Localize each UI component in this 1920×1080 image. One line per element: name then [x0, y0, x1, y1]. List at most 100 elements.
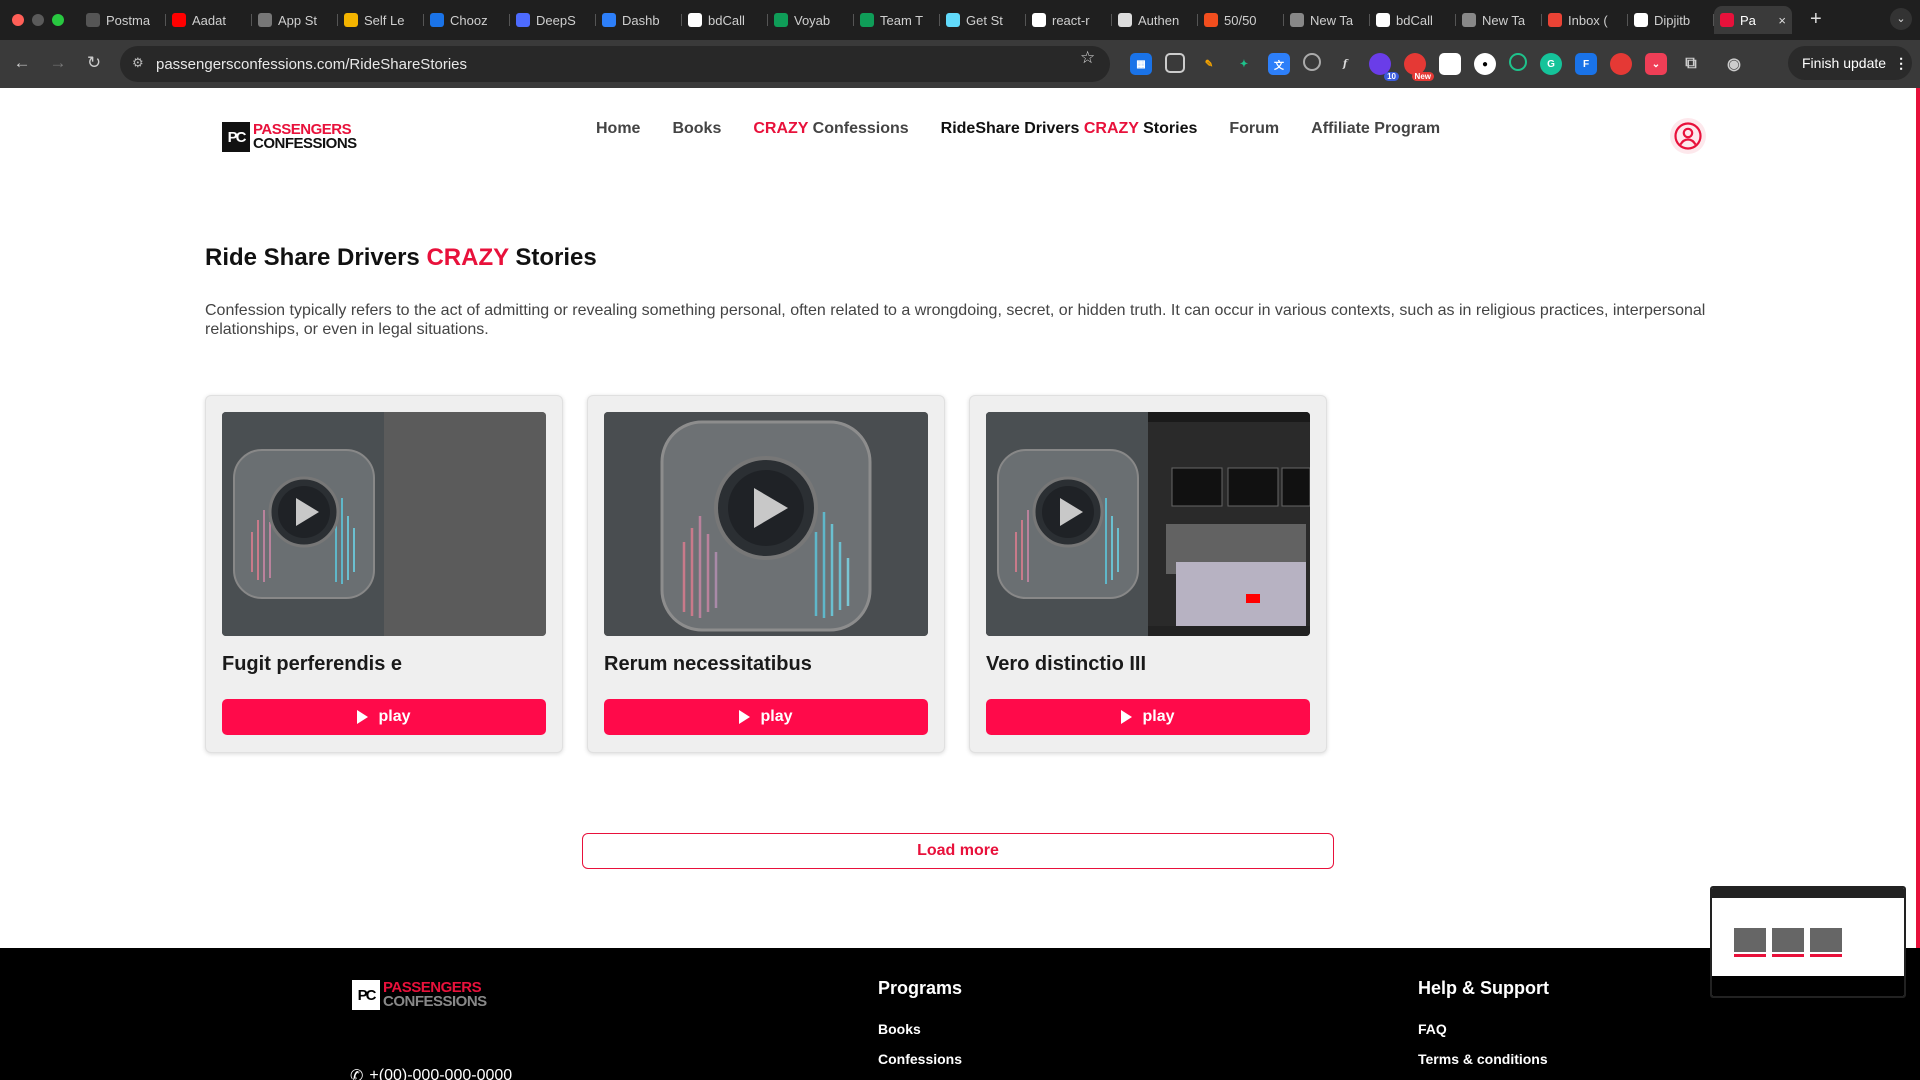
tab-search-button[interactable]: ⌄	[1890, 8, 1912, 30]
browser-tab[interactable]: Authen	[1112, 6, 1198, 34]
browser-tab[interactable]: bdCall	[682, 6, 768, 34]
browser-tab[interactable]: bdCall	[1370, 6, 1456, 34]
extension-icon[interactable]: ▦	[1130, 53, 1152, 75]
browser-tab[interactable]: Aadat	[166, 6, 252, 34]
browser-tab[interactable]: Team T	[854, 6, 940, 34]
footer-phone[interactable]: ✆ +(00)-000-000-0000	[350, 1066, 512, 1080]
profile-icon[interactable]: ◉	[1723, 53, 1745, 75]
bookmark-star-icon[interactable]: ☆	[1080, 48, 1095, 68]
compass-extension-icon[interactable]	[1303, 53, 1321, 71]
finish-update-label: Finish update	[1802, 55, 1887, 71]
browser-tab[interactable]: Dashb	[596, 6, 682, 34]
extension-icon[interactable]	[1610, 53, 1632, 75]
github-icon	[1376, 13, 1390, 27]
logo-line2: CONFESSIONS	[253, 135, 357, 152]
new-tab-button[interactable]: +	[1810, 8, 1822, 30]
extension-icon[interactable]: F	[1575, 53, 1597, 75]
browser-tab[interactable]: Voyab	[768, 6, 854, 34]
apple-icon	[258, 13, 272, 27]
close-tab-icon[interactable]: ×	[1778, 13, 1786, 28]
pocket-icon[interactable]: ⌄	[1645, 53, 1667, 75]
browser-tab-title: Pa	[1740, 12, 1756, 28]
footer-programs-title: Programs	[878, 978, 963, 998]
extension-icon[interactable]: 10	[1369, 53, 1399, 81]
nav-rideshare-stories[interactable]: RideShare Drivers CRAZY Stories	[941, 120, 1198, 138]
play-icon	[1121, 710, 1133, 724]
play-button[interactable]: play	[222, 699, 546, 735]
story-thumbnail[interactable]	[986, 412, 1310, 636]
site-logo[interactable]: PC PASSENGERS CONFESSIONS	[222, 122, 357, 152]
deepseek-icon	[516, 13, 530, 27]
sheets-icon	[860, 13, 874, 27]
footer-logo[interactable]: PC PASSENGERS CONFESSIONS	[352, 980, 487, 1010]
browser-tab[interactable]: Get St	[940, 6, 1026, 34]
screen-share-preview[interactable]	[1710, 886, 1906, 998]
youtube-icon	[172, 13, 186, 27]
github-icon	[1634, 13, 1648, 27]
extension-icon[interactable]: ✦	[1233, 53, 1255, 75]
browser-tab[interactable]: react-r	[1026, 6, 1112, 34]
page-title-pre: Ride Share Drivers	[205, 244, 420, 271]
footer-link-confessions[interactable]: Confessions	[878, 1051, 962, 1067]
extension-icon[interactable]	[1509, 53, 1527, 71]
browser-tab[interactable]: App St	[252, 6, 338, 34]
site-settings-icon[interactable]: ⚙	[132, 55, 148, 71]
story-thumbnail[interactable]	[222, 412, 546, 636]
more-vertical-icon[interactable]: ⋮	[1894, 55, 1908, 72]
grammarly-icon[interactable]: G	[1540, 53, 1562, 75]
browser-tab-title: Team T	[880, 12, 924, 28]
browser-tab[interactable]: DeepS	[510, 6, 596, 34]
tab-strip: Postma Aadat App St Self Le Chooz DeepS Dashb b…	[80, 6, 1792, 34]
minimize-window-button[interactable]	[32, 14, 44, 26]
browser-tab[interactable]: Postma	[80, 6, 166, 34]
browser-tab-title: Dipjitb	[1654, 12, 1691, 28]
browser-tab[interactable]: Dipjitb	[1628, 6, 1714, 34]
browser-tab[interactable]: 50/50	[1198, 6, 1284, 34]
scrollbar[interactable]	[1916, 88, 1920, 1080]
puzzle-icon[interactable]: ⧉	[1680, 53, 1702, 75]
back-arrow-icon[interactable]: ←	[10, 52, 34, 74]
nav-home[interactable]: Home	[596, 120, 640, 138]
close-window-button[interactable]	[12, 14, 24, 26]
browser-tab[interactable]: Pa ×	[1714, 6, 1792, 34]
footer-link-books[interactable]: Books	[878, 1021, 962, 1037]
play-icon	[357, 710, 369, 724]
phone-icon: ✆	[350, 1068, 364, 1080]
extension-icon[interactable]	[1165, 53, 1185, 73]
forward-arrow-icon[interactable]: →	[46, 52, 70, 74]
browser-tab[interactable]: Chooz	[424, 6, 510, 34]
load-more-button[interactable]: Load more	[582, 833, 1334, 869]
browser-tab[interactable]: Inbox (	[1542, 6, 1628, 34]
page-viewport: PC PASSENGERS CONFESSIONS Home Books CRA…	[0, 88, 1920, 1080]
browser-tab-title: bdCall	[708, 12, 745, 28]
footer-link-terms[interactable]: Terms & conditions	[1418, 1051, 1549, 1067]
footer-link-faq[interactable]: FAQ	[1418, 1021, 1549, 1037]
nav-confessions[interactable]: CRAZY Confessions	[753, 120, 908, 138]
play-button[interactable]: play	[986, 699, 1310, 735]
nav-forum[interactable]: Forum	[1229, 120, 1279, 138]
extension-icon[interactable]: New	[1404, 53, 1434, 81]
footer-help: Help & Support FAQ Terms & conditions	[1418, 978, 1549, 1080]
finish-update-button[interactable]: Finish update ⋮	[1788, 46, 1912, 80]
browser-tab[interactable]: New Ta	[1284, 6, 1370, 34]
browser-tab[interactable]: New Ta	[1456, 6, 1542, 34]
pen-extension-icon[interactable]: ✎	[1198, 53, 1220, 75]
user-account-icon[interactable]	[1670, 118, 1706, 154]
browser-tab[interactable]: Self Le	[338, 6, 424, 34]
story-title: Vero distinctio III	[986, 653, 1147, 675]
nav-affiliate[interactable]: Affiliate Program	[1311, 120, 1440, 138]
play-button[interactable]: play	[604, 699, 928, 735]
translate-extension-icon[interactable]: 文	[1268, 53, 1290, 75]
function-extension-icon[interactable]: f	[1334, 53, 1356, 75]
nav-books[interactable]: Books	[672, 120, 721, 138]
nav-rideshare-post: Stories	[1143, 120, 1198, 137]
extension-icon[interactable]: ●	[1474, 53, 1496, 75]
story-thumbnail[interactable]	[604, 412, 928, 636]
address-bar[interactable]: ⚙ passengersconfessions.com/RideShareSto…	[120, 46, 1110, 82]
maximize-window-button[interactable]	[52, 14, 64, 26]
footer-help-title: Help & Support	[1418, 978, 1549, 998]
nav-rideshare-crazy: CRAZY	[1083, 120, 1139, 137]
browser-tab-bar: Postma Aadat App St Self Le Chooz DeepS Dashb b…	[0, 0, 1920, 40]
extension-icon[interactable]	[1439, 53, 1461, 75]
reload-icon[interactable]: ↻	[82, 52, 106, 74]
